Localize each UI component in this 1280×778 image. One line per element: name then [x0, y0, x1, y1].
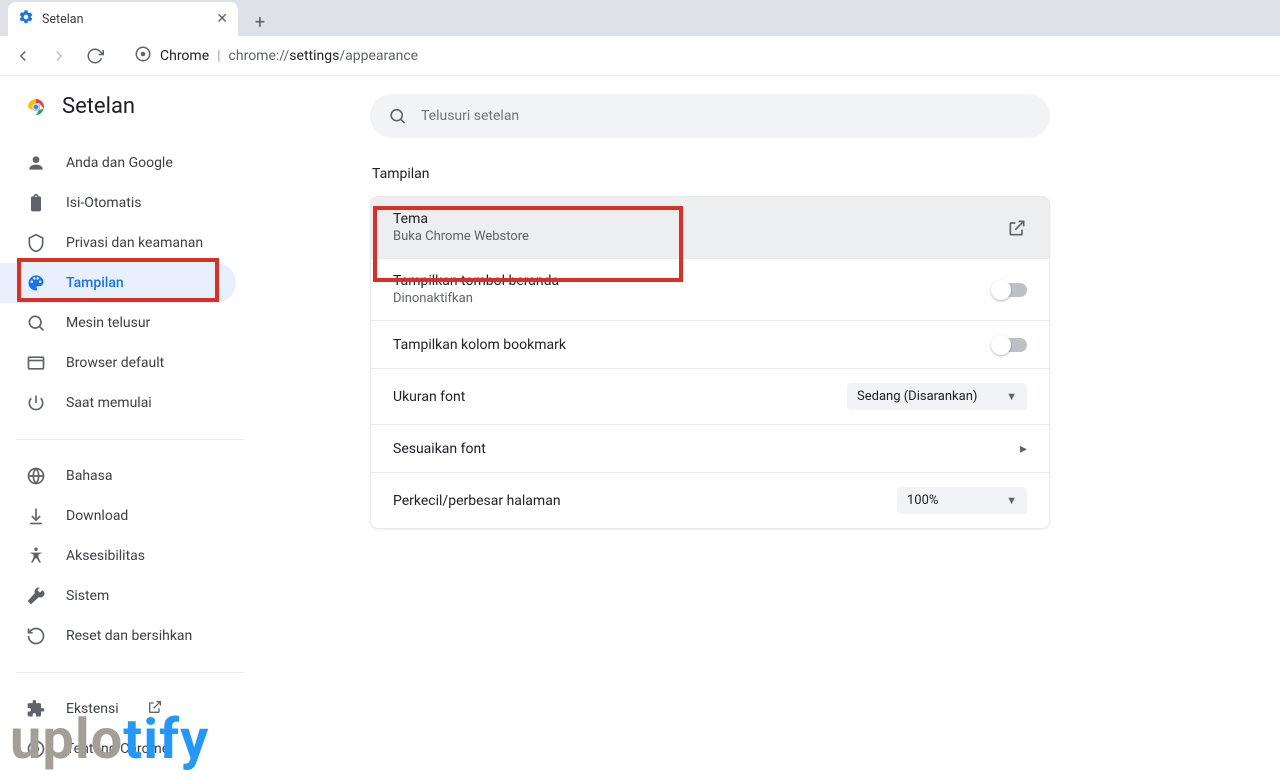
tab-title: Setelan — [42, 12, 208, 27]
sidebar-item-label: Reset dan bersihkan — [66, 628, 192, 644]
power-icon — [26, 393, 46, 413]
settings-search[interactable] — [370, 94, 1050, 138]
sidebar-item-downloads[interactable]: Download — [0, 496, 236, 536]
sidebar-item-reset[interactable]: Reset dan bersihkan — [0, 616, 236, 656]
accessibility-icon — [26, 546, 46, 566]
select-page-zoom[interactable]: 100% ▼ — [897, 487, 1027, 514]
sidebar-item-label: Tampilan — [66, 275, 124, 291]
forward-button[interactable] — [44, 41, 74, 71]
sidebar-item-accessibility[interactable]: Aksesibilitas — [0, 536, 236, 576]
sidebar-item-label: Mesin telusur — [66, 315, 150, 331]
url-separator: | — [217, 48, 220, 64]
sidebar-item-you-and-google[interactable]: Anda dan Google — [0, 143, 236, 183]
row-label: Tema — [393, 211, 529, 227]
url-chrome-label: Chrome — [160, 48, 209, 64]
section-title: Tampilan — [372, 166, 1240, 182]
close-icon[interactable]: ✕ — [216, 11, 228, 27]
row-label: Ukuran font — [393, 389, 465, 405]
row-page-zoom: Perkecil/perbesar halaman 100% ▼ — [371, 473, 1049, 528]
window-icon — [26, 353, 46, 373]
nav-primary: Anda dan Google Isi-Otomatis Privasi dan… — [0, 137, 260, 429]
appearance-card: Tema Buka Chrome Webstore Tampilkan tomb… — [370, 196, 1050, 529]
main-panel: Tampilan Tema Buka Chrome Webstore Tampi… — [260, 76, 1280, 778]
row-label: Perkecil/perbesar halaman — [393, 493, 561, 509]
restore-icon — [26, 626, 46, 646]
sidebar-item-label: Browser default — [66, 355, 164, 371]
row-theme[interactable]: Tema Buka Chrome Webstore — [371, 197, 1049, 259]
url-path: chrome://settings/appearance — [229, 48, 419, 64]
sidebar: Setelan Anda dan Google Isi-Otomatis Pri… — [0, 76, 260, 778]
sidebar-item-label: Privasi dan keamanan — [66, 235, 203, 251]
shield-icon — [26, 233, 46, 253]
globe-icon — [26, 466, 46, 486]
sidebar-item-label: Anda dan Google — [66, 155, 173, 171]
row-bookmark-bar[interactable]: Tampilkan kolom bookmark — [371, 321, 1049, 369]
row-customize-fonts[interactable]: Sesuaikan font ▸ — [371, 425, 1049, 473]
settings-search-input[interactable] — [421, 108, 1032, 124]
row-sublabel: Dinonaktifkan — [393, 291, 559, 306]
row-label: Tampilkan kolom bookmark — [393, 337, 566, 353]
tab-strip: Setelan ✕ + — [0, 0, 1280, 36]
sidebar-item-default-browser[interactable]: Browser default — [0, 343, 236, 383]
chrome-logo-icon — [24, 95, 48, 119]
sidebar-item-label: Download — [66, 508, 128, 524]
nav-divider — [16, 439, 244, 440]
caret-down-icon: ▼ — [1006, 390, 1017, 403]
sidebar-item-appearance[interactable]: Tampilan — [0, 263, 236, 303]
browser-toolbar: Chrome | chrome://settings/appearance — [0, 36, 1280, 76]
nav-advanced: Bahasa Download Aksesibilitas Sistem Res… — [0, 450, 260, 662]
reload-button[interactable] — [80, 41, 110, 71]
back-button[interactable] — [8, 41, 38, 71]
row-sublabel: Buka Chrome Webstore — [393, 229, 529, 244]
row-label: Tampilkan tombol beranda — [393, 273, 559, 289]
caret-down-icon: ▼ — [1006, 494, 1017, 507]
app-header: Setelan — [0, 94, 260, 137]
watermark: uplotify — [10, 706, 209, 772]
search-icon — [388, 106, 407, 126]
omnibox[interactable]: Chrome | chrome://settings/appearance — [122, 41, 430, 71]
gear-icon — [18, 9, 34, 29]
sidebar-item-on-startup[interactable]: Saat memulai — [0, 383, 236, 423]
sidebar-item-search-engine[interactable]: Mesin telusur — [0, 303, 236, 343]
row-home-button[interactable]: Tampilkan tombol beranda Dinonaktifkan — [371, 259, 1049, 321]
select-value: Sedang (Disarankan) — [857, 389, 977, 404]
clipboard-icon — [26, 193, 46, 213]
sidebar-item-label: Isi-Otomatis — [66, 195, 141, 211]
sidebar-item-label: Bahasa — [66, 468, 113, 484]
sidebar-item-label: Aksesibilitas — [66, 548, 145, 564]
toggle-home-button[interactable] — [993, 283, 1027, 297]
sidebar-item-autofill[interactable]: Isi-Otomatis — [0, 183, 236, 223]
chrome-tune-icon — [134, 45, 152, 67]
sidebar-item-system[interactable]: Sistem — [0, 576, 236, 616]
sidebar-item-languages[interactable]: Bahasa — [0, 456, 236, 496]
row-font-size: Ukuran font Sedang (Disarankan) ▼ — [371, 369, 1049, 425]
new-tab-button[interactable]: + — [246, 8, 274, 36]
download-icon — [26, 506, 46, 526]
row-label: Sesuaikan font — [393, 441, 486, 457]
sidebar-item-label: Sistem — [66, 588, 109, 604]
chevron-right-icon: ▸ — [1020, 441, 1027, 457]
select-value: 100% — [907, 493, 938, 508]
search-icon — [26, 313, 46, 333]
palette-icon — [26, 273, 46, 293]
open-in-new-icon — [1007, 218, 1027, 238]
sidebar-item-label: Saat memulai — [66, 395, 152, 411]
nav-divider — [16, 672, 244, 673]
wrench-icon — [26, 586, 46, 606]
browser-tab[interactable]: Setelan ✕ — [8, 2, 238, 36]
select-font-size[interactable]: Sedang (Disarankan) ▼ — [847, 383, 1027, 410]
toggle-bookmark-bar[interactable] — [993, 338, 1027, 352]
sidebar-item-privacy[interactable]: Privasi dan keamanan — [0, 223, 236, 263]
page-title: Setelan — [62, 94, 135, 119]
person-icon — [26, 153, 46, 173]
